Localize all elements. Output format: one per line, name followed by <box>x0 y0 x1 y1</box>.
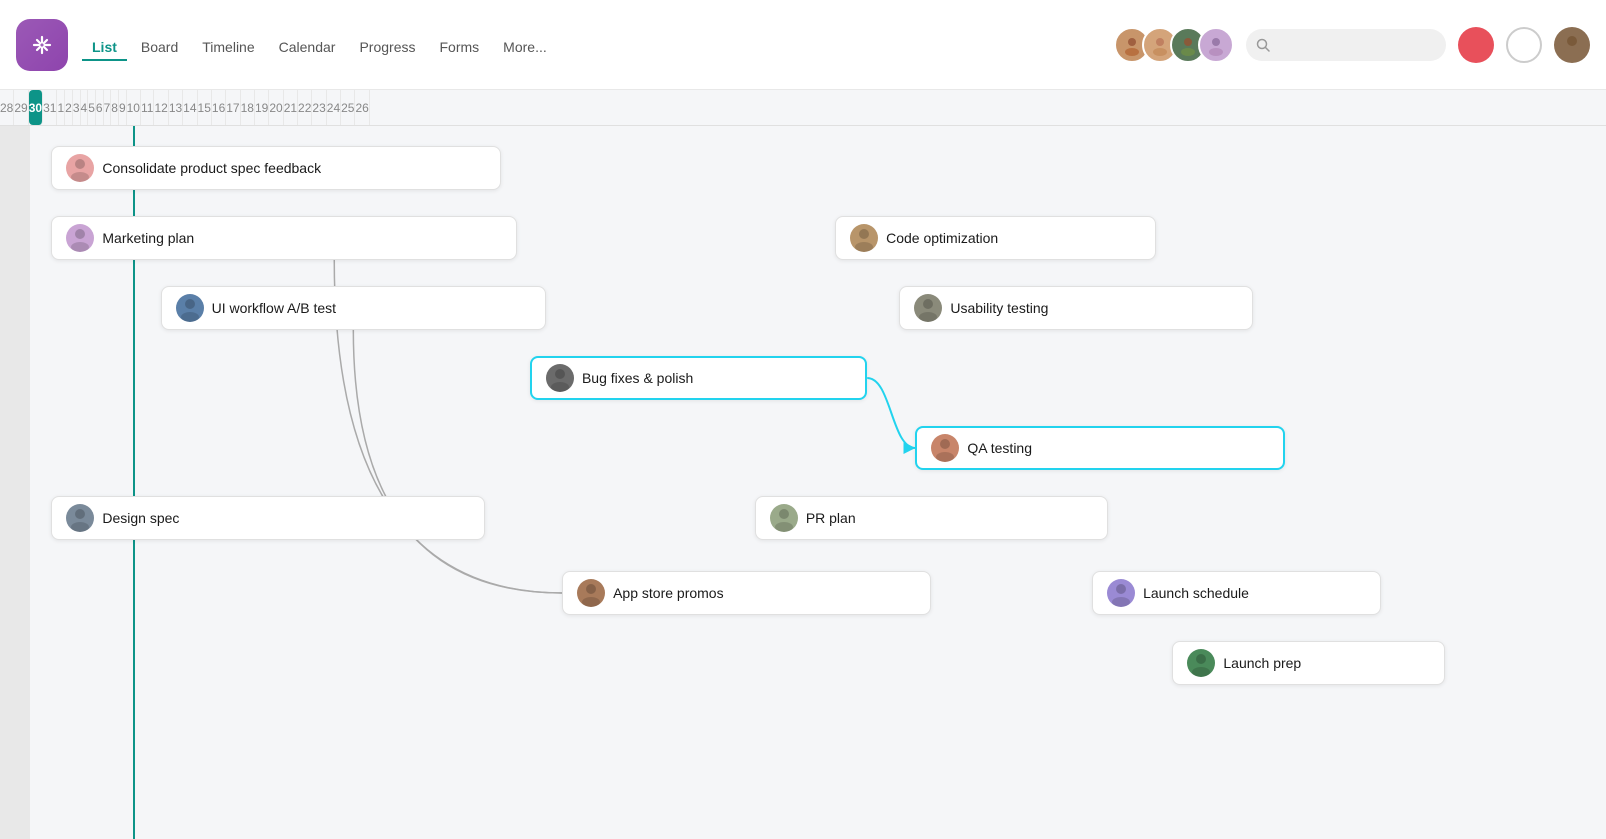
task-label-t6: Code optimization <box>886 230 998 246</box>
task-card-t8[interactable]: Design spec <box>51 496 485 540</box>
nav-tab-list[interactable]: List <box>82 35 127 61</box>
date-cell-28: 28 <box>0 90 14 125</box>
task-label-t5: QA testing <box>967 440 1032 456</box>
date-cell-13: 13 <box>169 90 183 125</box>
add-button[interactable] <box>1458 27 1494 63</box>
task-avatar-t3 <box>176 294 204 322</box>
task-label-t9: PR plan <box>806 510 856 526</box>
user-avatar[interactable] <box>1554 27 1590 63</box>
task-card-t12[interactable]: Launch prep <box>1172 641 1445 685</box>
nav-tab-calendar[interactable]: Calendar <box>269 35 346 61</box>
task-card-t5[interactable]: QA testing <box>915 426 1284 470</box>
task-card-t10[interactable]: App store promos <box>562 571 931 615</box>
help-button[interactable] <box>1506 27 1542 63</box>
nav-tab-timeline[interactable]: Timeline <box>192 35 264 61</box>
date-cell-15: 15 <box>198 90 212 125</box>
date-cell-11: 11 <box>141 90 154 125</box>
date-cell-7: 7 <box>104 90 112 125</box>
date-cell-21: 21 <box>284 90 298 125</box>
date-cell-16: 16 <box>212 90 226 125</box>
nav-tabs: ListBoardTimelineCalendarProgressFormsMo… <box>82 35 1114 61</box>
date-cell-5: 5 <box>88 90 96 125</box>
app-logo[interactable] <box>16 19 68 71</box>
task-avatar-t8 <box>66 504 94 532</box>
task-avatar-t1 <box>66 154 94 182</box>
date-cell-8: 8 <box>111 90 119 125</box>
date-cell-1: Sep1 <box>57 90 65 125</box>
task-avatar-t7 <box>914 294 942 322</box>
task-card-t3[interactable]: UI workflow A/B test <box>161 286 546 330</box>
task-label-t4: Bug fixes & polish <box>582 370 693 386</box>
task-label-t7: Usability testing <box>950 300 1048 316</box>
task-card-t1[interactable]: Consolidate product spec feedback <box>51 146 501 190</box>
search-icon <box>1256 38 1270 52</box>
task-label-t10: App store promos <box>613 585 724 601</box>
task-label-t8: Design spec <box>102 510 179 526</box>
date-cell-30: 30 <box>29 90 43 125</box>
task-avatar-t5 <box>931 434 959 462</box>
nav-tab-more[interactable]: More... <box>493 35 557 61</box>
task-card-t4[interactable]: Bug fixes & polish <box>530 356 867 400</box>
date-cell-2: 2 <box>65 90 73 125</box>
collaborators <box>1114 27 1234 63</box>
header-center: ListBoardTimelineCalendarProgressFormsMo… <box>82 29 1114 61</box>
task-label-t11: Launch schedule <box>1143 585 1249 601</box>
nav-tab-forms[interactable]: Forms <box>430 35 490 61</box>
date-cell-19: 19 <box>255 90 269 125</box>
date-cell-18: 18 <box>241 90 255 125</box>
task-label-t12: Launch prep <box>1223 655 1301 671</box>
header: ListBoardTimelineCalendarProgressFormsMo… <box>0 0 1606 90</box>
task-avatar-t12 <box>1187 649 1215 677</box>
tasks-layer: Consolidate product spec feedback Marketi… <box>0 126 1606 839</box>
date-cell-29: 29 <box>14 90 28 125</box>
date-ruler: 28293031Sep12345678910111213141516171819… <box>0 90 1606 126</box>
task-card-t9[interactable]: PR plan <box>755 496 1108 540</box>
date-cell-25: 25 <box>341 90 355 125</box>
nav-tab-progress[interactable]: Progress <box>349 35 425 61</box>
timeline-container: 28293031Sep12345678910111213141516171819… <box>0 90 1606 839</box>
date-cell-24: 24 <box>327 90 341 125</box>
nav-tab-board[interactable]: Board <box>131 35 188 61</box>
task-label-t2: Marketing plan <box>102 230 194 246</box>
date-cell-14: 14 <box>183 90 197 125</box>
task-avatar-t6 <box>850 224 878 252</box>
date-cell-26: 26 <box>355 90 369 125</box>
date-cell-10: 10 <box>127 90 141 125</box>
task-avatar-t4 <box>546 364 574 392</box>
task-avatar-t9 <box>770 504 798 532</box>
search-wrap <box>1246 29 1446 61</box>
date-cell-23: 23 <box>312 90 326 125</box>
date-cell-17: 17 <box>226 90 240 125</box>
task-avatar-t10 <box>577 579 605 607</box>
task-card-t6[interactable]: Code optimization <box>835 216 1156 260</box>
date-cell-22: 22 <box>298 90 312 125</box>
task-card-t2[interactable]: Marketing plan <box>51 216 517 260</box>
search-input[interactable] <box>1246 29 1446 61</box>
task-avatar-t2 <box>66 224 94 252</box>
date-cell-12: 12 <box>154 90 168 125</box>
date-cell-20: 20 <box>269 90 283 125</box>
task-label-t1: Consolidate product spec feedback <box>102 160 321 176</box>
header-right <box>1114 27 1590 63</box>
date-cell-4: 4 <box>81 90 89 125</box>
date-cell-6: 6 <box>96 90 104 125</box>
date-cell-31: 31 <box>43 90 57 125</box>
task-card-t7[interactable]: Usability testing <box>899 286 1252 330</box>
collaborator-avatar-4[interactable] <box>1198 27 1234 63</box>
date-cell-3: 3 <box>73 90 81 125</box>
date-cell-9: 9 <box>119 90 127 125</box>
task-label-t3: UI workflow A/B test <box>212 300 336 316</box>
task-avatar-t11 <box>1107 579 1135 607</box>
task-card-t11[interactable]: Launch schedule <box>1092 571 1381 615</box>
